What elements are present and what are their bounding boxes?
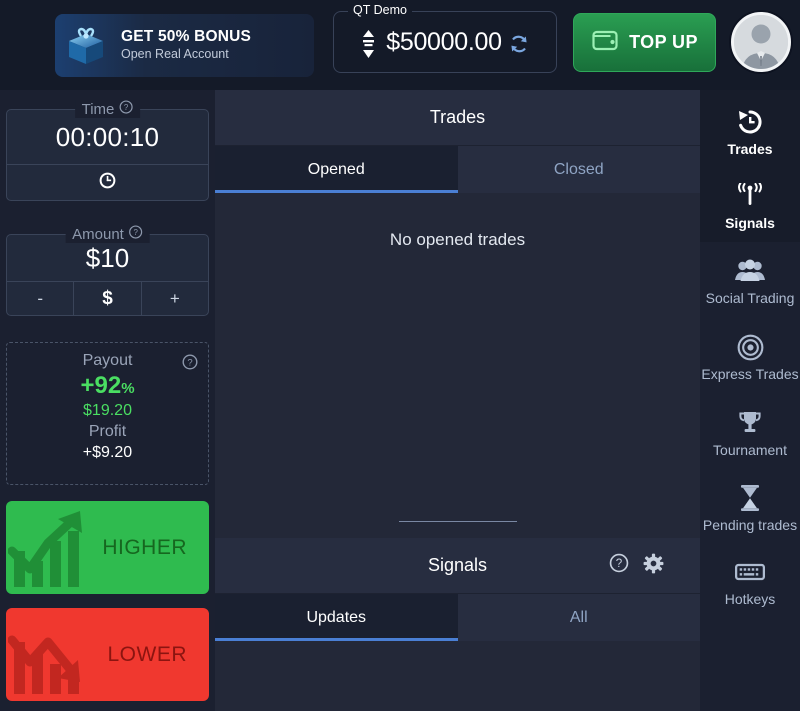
question-mark-icon[interactable]: ? [182, 354, 198, 375]
balance-amount: $50000.00 [386, 27, 502, 56]
rail-item-tournament-label: Tournament [713, 441, 787, 458]
question-mark-icon[interactable]: ? [119, 100, 133, 118]
trades-panel-header: Trades [215, 90, 700, 146]
time-legend: Time ? [74, 100, 141, 118]
payout-profit-label: Profit [88, 423, 127, 440]
payout-percent: +92% [80, 372, 134, 400]
amount-decrease-button[interactable]: - [7, 282, 73, 316]
amount-increase-button[interactable]: + [142, 282, 208, 316]
keyboard-icon [735, 558, 765, 586]
payout-title: Payout [82, 352, 133, 369]
signals-panel-title: Signals [427, 555, 488, 575]
trade-controls-sidebar: Time ? 00:00:10 Amount ? $10 - $ + ? Pay… [0, 90, 215, 711]
uptrend-arrow-icon [7, 505, 100, 594]
lower-button[interactable]: LOWER [6, 608, 209, 701]
trading-platform-window: GET 50% BONUS Open Real Account QT Demo … [0, 0, 800, 711]
top-up-button[interactable]: TOP UP [573, 13, 716, 72]
amount-stepper: - $ + [7, 281, 208, 316]
higher-button[interactable]: HIGHER [6, 501, 209, 594]
rail-item-hotkeys-label: Hotkeys [724, 591, 776, 608]
question-mark-icon[interactable]: ? [609, 553, 629, 578]
payout-profit-value: +$9.20 [82, 444, 133, 461]
trades-panel-title: Trades [429, 107, 486, 127]
amount-legend-label: Amount [72, 225, 124, 243]
tab-closed-trades-label: Closed [553, 160, 604, 178]
tab-opened-trades[interactable]: Opened [215, 146, 458, 193]
bonus-subtitle: Open Real Account [121, 47, 229, 62]
payout-panel: ? Payout +92% $19.20 Profit +$9.20 [6, 342, 209, 485]
time-mode-button[interactable] [7, 164, 208, 200]
amount-field: Amount ? $10 - $ + [6, 225, 209, 316]
wallet-icon [591, 28, 620, 58]
top-up-label: TOP UP [629, 32, 698, 52]
hourglass-icon [738, 484, 762, 512]
trades-tabs: Opened Closed [215, 146, 700, 193]
rail-item-signals-label: Signals [725, 214, 775, 231]
refresh-icon[interactable] [509, 34, 529, 54]
rail-item-social-trading[interactable]: Social Trading [700, 247, 800, 307]
signals-tabs: Updates All [215, 594, 700, 641]
rail-item-tournament[interactable]: Tournament [700, 399, 800, 459]
rail-item-trades[interactable]: Trades [700, 98, 800, 158]
payout-percent-unit: % [121, 380, 135, 397]
people-group-icon [735, 257, 765, 285]
rail-item-express-trades-label: Express Trades [701, 366, 799, 383]
question-mark-icon[interactable]: ? [129, 225, 143, 243]
rail-item-signals[interactable]: Signals [700, 172, 800, 232]
trades-list-area: No opened trades [215, 193, 700, 538]
tab-signals-all-label: All [569, 608, 588, 626]
tab-signals-updates-label: Updates [306, 608, 367, 626]
time-field: Time ? 00:00:10 [6, 100, 209, 201]
bonus-banner[interactable]: GET 50% BONUS Open Real Account [55, 14, 314, 77]
time-value[interactable]: 00:00:10 [7, 110, 208, 164]
svg-text:?: ? [134, 228, 139, 237]
history-clock-icon [737, 108, 763, 136]
gift-box-icon [57, 17, 115, 75]
downtrend-arrow-icon [7, 612, 100, 701]
rail-item-trades-label: Trades [727, 141, 773, 157]
svg-text:?: ? [124, 103, 129, 112]
clock-icon [98, 171, 117, 195]
rail-item-express-trades[interactable]: Express Trades [700, 323, 800, 383]
signals-panel-header: Signals ? [215, 538, 700, 594]
lower-button-label: LOWER [107, 642, 187, 666]
rail-item-social-trading-label: Social Trading [705, 290, 795, 307]
user-avatar-icon[interactable] [731, 12, 791, 72]
rail-item-hotkeys[interactable]: Hotkeys [700, 548, 800, 608]
payout-amount: $19.20 [83, 402, 132, 419]
svg-text:?: ? [187, 358, 192, 369]
antenna-icon [736, 182, 764, 210]
higher-button-label: HIGHER [102, 535, 187, 559]
trophy-icon [737, 409, 763, 437]
time-legend-label: Time [81, 100, 115, 118]
bonus-title: GET 50% BONUS [121, 28, 252, 46]
top-bar: GET 50% BONUS Open Real Account QT Demo … [0, 0, 800, 90]
trades-empty-message: No opened trades [389, 230, 526, 249]
tab-signals-all[interactable]: All [457, 594, 700, 641]
target-icon [737, 333, 764, 361]
account-type-label: QT Demo [348, 3, 412, 17]
signals-header-actions: ? [609, 553, 664, 579]
tab-closed-trades[interactable]: Closed [457, 146, 700, 193]
svg-text:?: ? [616, 557, 623, 570]
tab-signals-updates[interactable]: Updates [215, 594, 458, 641]
rail-item-pending-trades-label: Pending trades [702, 517, 798, 534]
payout-percent-value: +92 [80, 372, 122, 399]
amount-legend: Amount ? [65, 225, 150, 243]
balance-selector[interactable]: QT Demo $50000.00 [333, 3, 557, 73]
gear-icon[interactable] [643, 553, 664, 579]
tab-opened-trades-label: Opened [307, 160, 365, 178]
center-column: Trades Opened Closed No opened trades Si… [215, 90, 700, 711]
up-down-arrows-icon[interactable] [361, 29, 376, 59]
right-navigation-rail: Trades Signals Social Trading Express Tr… [700, 90, 800, 711]
panel-resize-handle[interactable] [398, 521, 517, 522]
amount-currency-button[interactable]: $ [73, 282, 142, 316]
rail-item-pending-trades[interactable]: Pending trades [700, 474, 800, 534]
